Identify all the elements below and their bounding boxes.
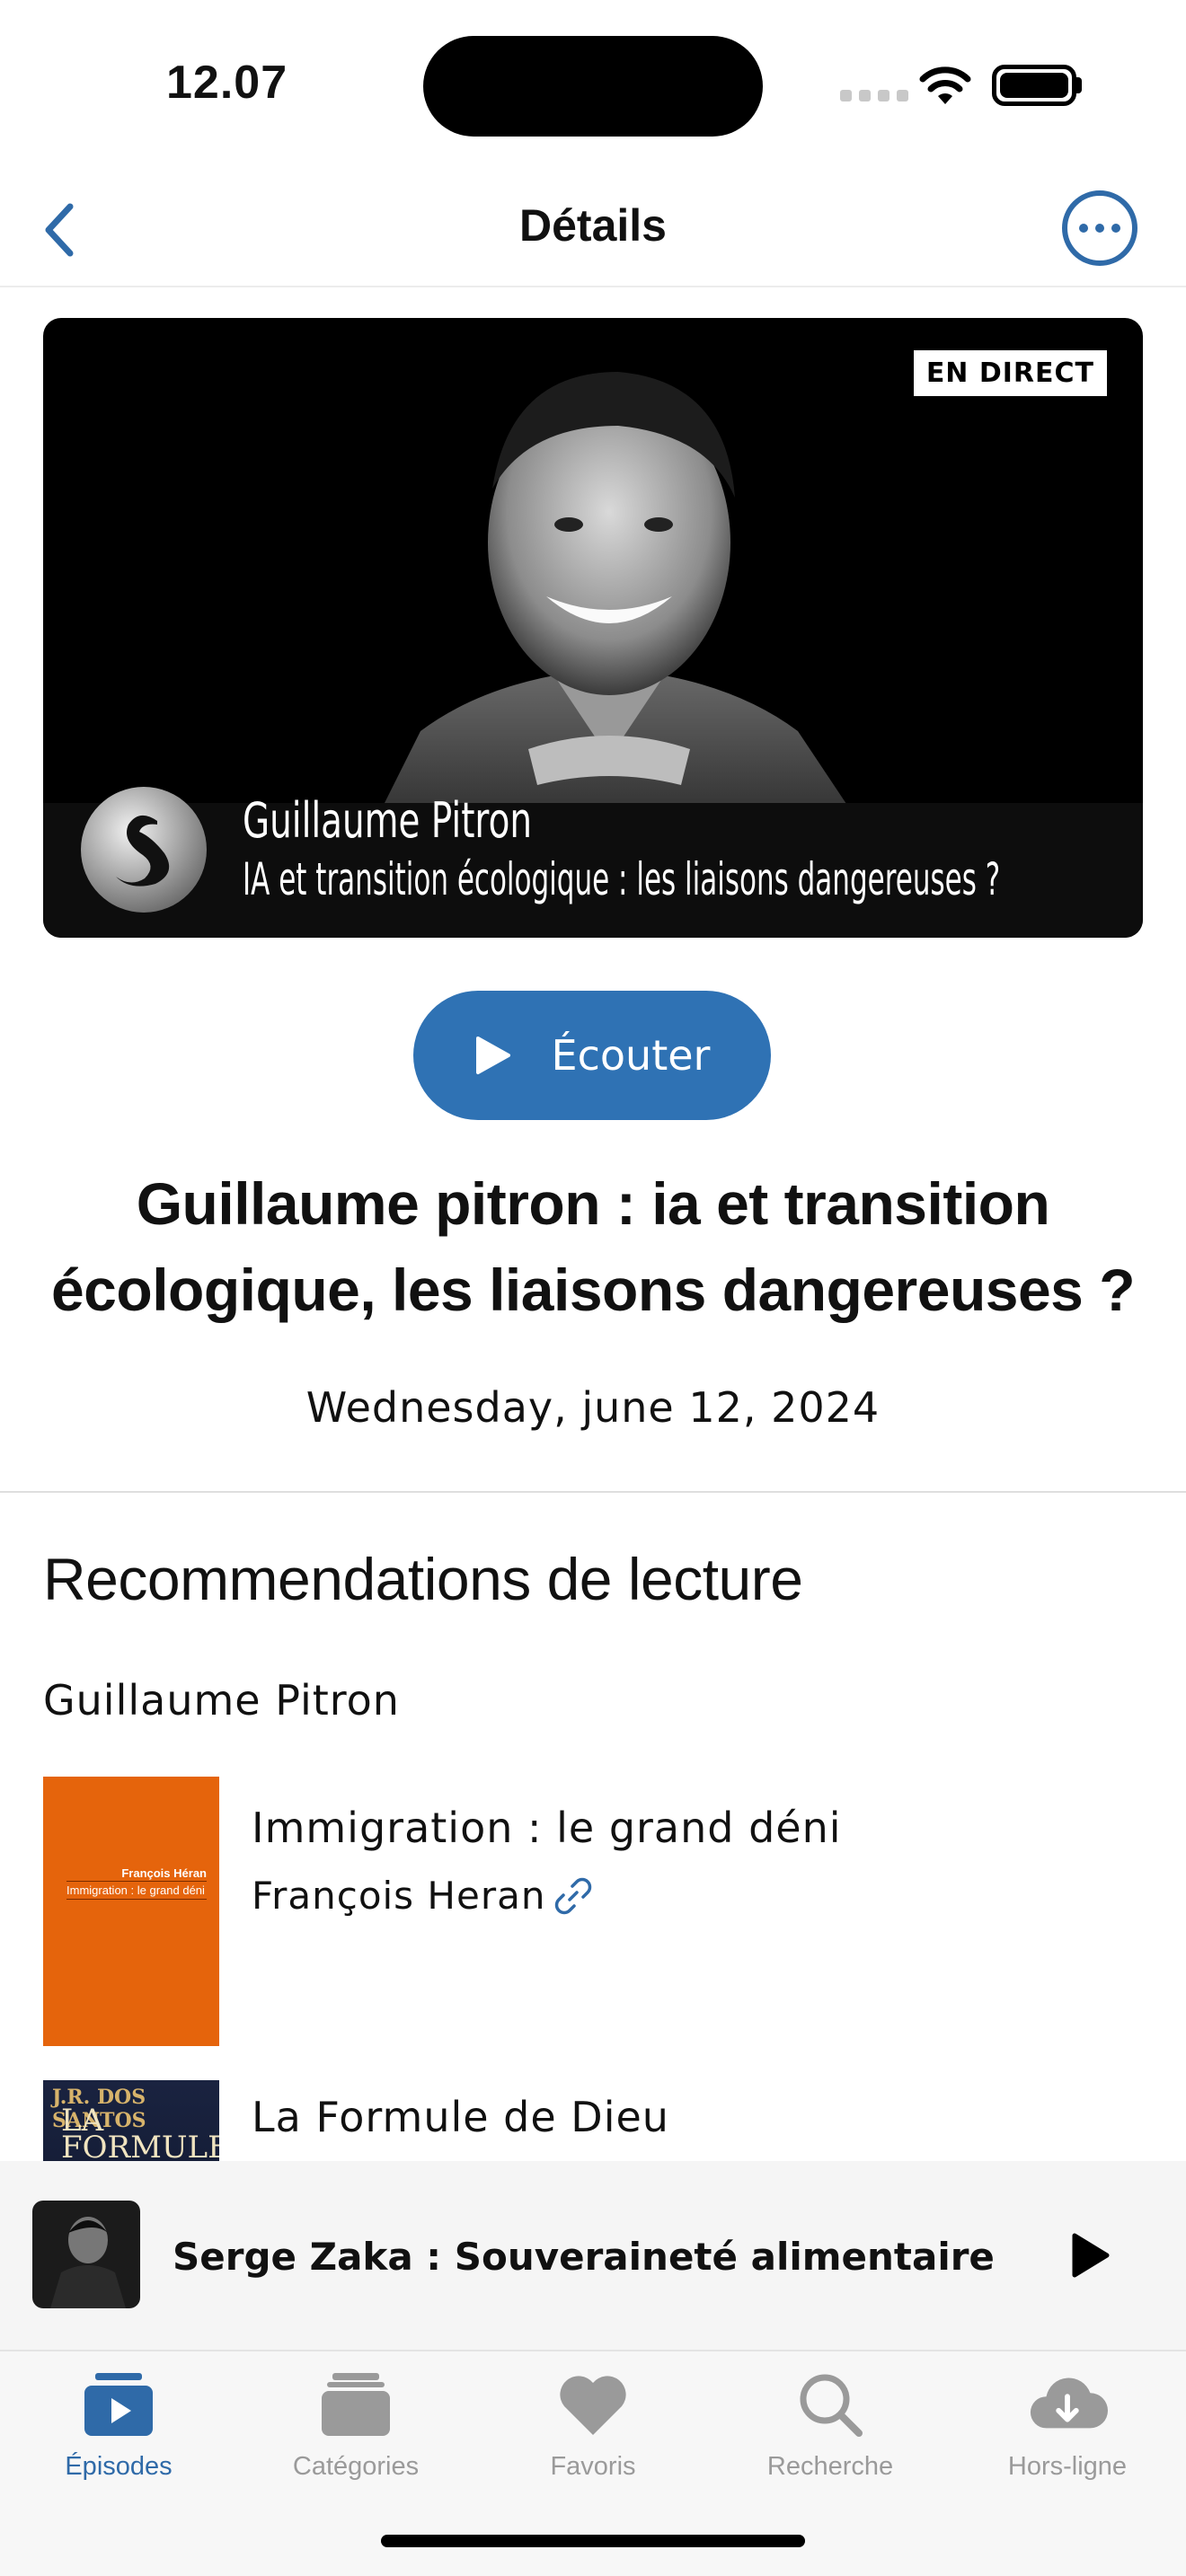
tab-label: Épisodes [65,2452,173,2481]
cover-author-text: François Héran [121,1866,207,1880]
book-item[interactable]: François Héran Immigration : le grand dé… [43,1777,1143,2046]
play-stack-icon [78,2364,159,2445]
swan-logo-icon [81,787,207,913]
episode-title: Guillaume pitron : ia et transition écol… [50,1170,1136,1323]
section-divider [0,1491,1186,1493]
hero-guest-name: Guillaume Pitron [243,792,532,849]
more-options-button[interactable] [1062,190,1137,266]
cover-title-text: LA FORMULE DE DIEU [61,2103,219,2161]
heart-icon [553,2364,633,2445]
tab-label: Recherche [766,2452,894,2481]
recommendations-heading: Recommendations de lecture [43,1546,803,1612]
listen-button[interactable]: Écouter [413,991,771,1120]
cover-title-text: Immigration : le grand déni [66,1881,207,1900]
ellipsis-icon [1079,224,1088,233]
live-badge: EN DIRECT [913,350,1107,396]
stack-icon [315,2364,396,2445]
cloud-download-icon [1027,2364,1108,2445]
mini-player-play-button[interactable] [1058,2224,1121,2287]
tab-label: Catégories [292,2452,420,2481]
play-icon [1072,2233,1110,2278]
page-title: Détails [519,200,667,251]
episode-artwork: EN DIRECT Guillaume Pitron IA et transit… [43,318,1143,938]
tab-favorites[interactable]: Favoris [485,2364,701,2499]
tab-categories[interactable]: Catégories [248,2364,464,2499]
play-icon [475,1037,510,1074]
home-indicator [381,2535,805,2547]
recommendations-author: Guillaume Pitron [43,1676,400,1725]
battery-tip [1076,77,1082,93]
link-icon [555,1877,592,1914]
tab-offline[interactable]: Hors-ligne [960,2364,1175,2499]
listen-label: Écouter [551,1031,711,1080]
wifi-icon [919,66,971,104]
navigation-bar: Détails [0,171,1186,287]
status-time: 12.07 [166,57,288,109]
book-title: La Formule de Dieu [252,2093,669,2141]
tab-search[interactable]: Recherche [722,2364,938,2499]
book-author-link[interactable]: François Heran [252,1874,594,1918]
book-cover-image: J.R. DOS SANTOS LA FORMULE DE DIEU [43,2080,219,2161]
cellular-signal-icon [840,90,908,101]
hero-episode-subtitle: IA et transition écologique : les liaiso… [243,853,1001,905]
book-author: François Heran [252,1874,546,1918]
now-playing-title: Serge Zaka : Souveraineté alimentaire fa… [173,2235,999,2279]
battery-icon [992,65,1076,106]
book-cover-image: François Héran Immigration : le grand dé… [43,1777,219,2046]
tab-episodes[interactable]: Épisodes [11,2364,226,2499]
dynamic-island [423,36,763,137]
tab-label: Favoris [550,2452,636,2481]
tab-label: Hors-ligne [1007,2452,1128,2481]
search-icon [790,2364,871,2445]
book-item[interactable]: J.R. DOS SANTOS LA FORMULE DE DIEU La Fo… [43,2080,1143,2161]
book-title: Immigration : le grand déni [252,1804,842,1852]
now-playing-artwork [32,2201,140,2308]
guest-portrait-image [367,372,870,839]
episode-date: Wednesday, june 12, 2024 [305,1383,881,1432]
status-bar: 12.07 [0,0,1186,171]
mini-player[interactable]: Serge Zaka : Souveraineté alimentaire fa… [0,2161,1186,2350]
